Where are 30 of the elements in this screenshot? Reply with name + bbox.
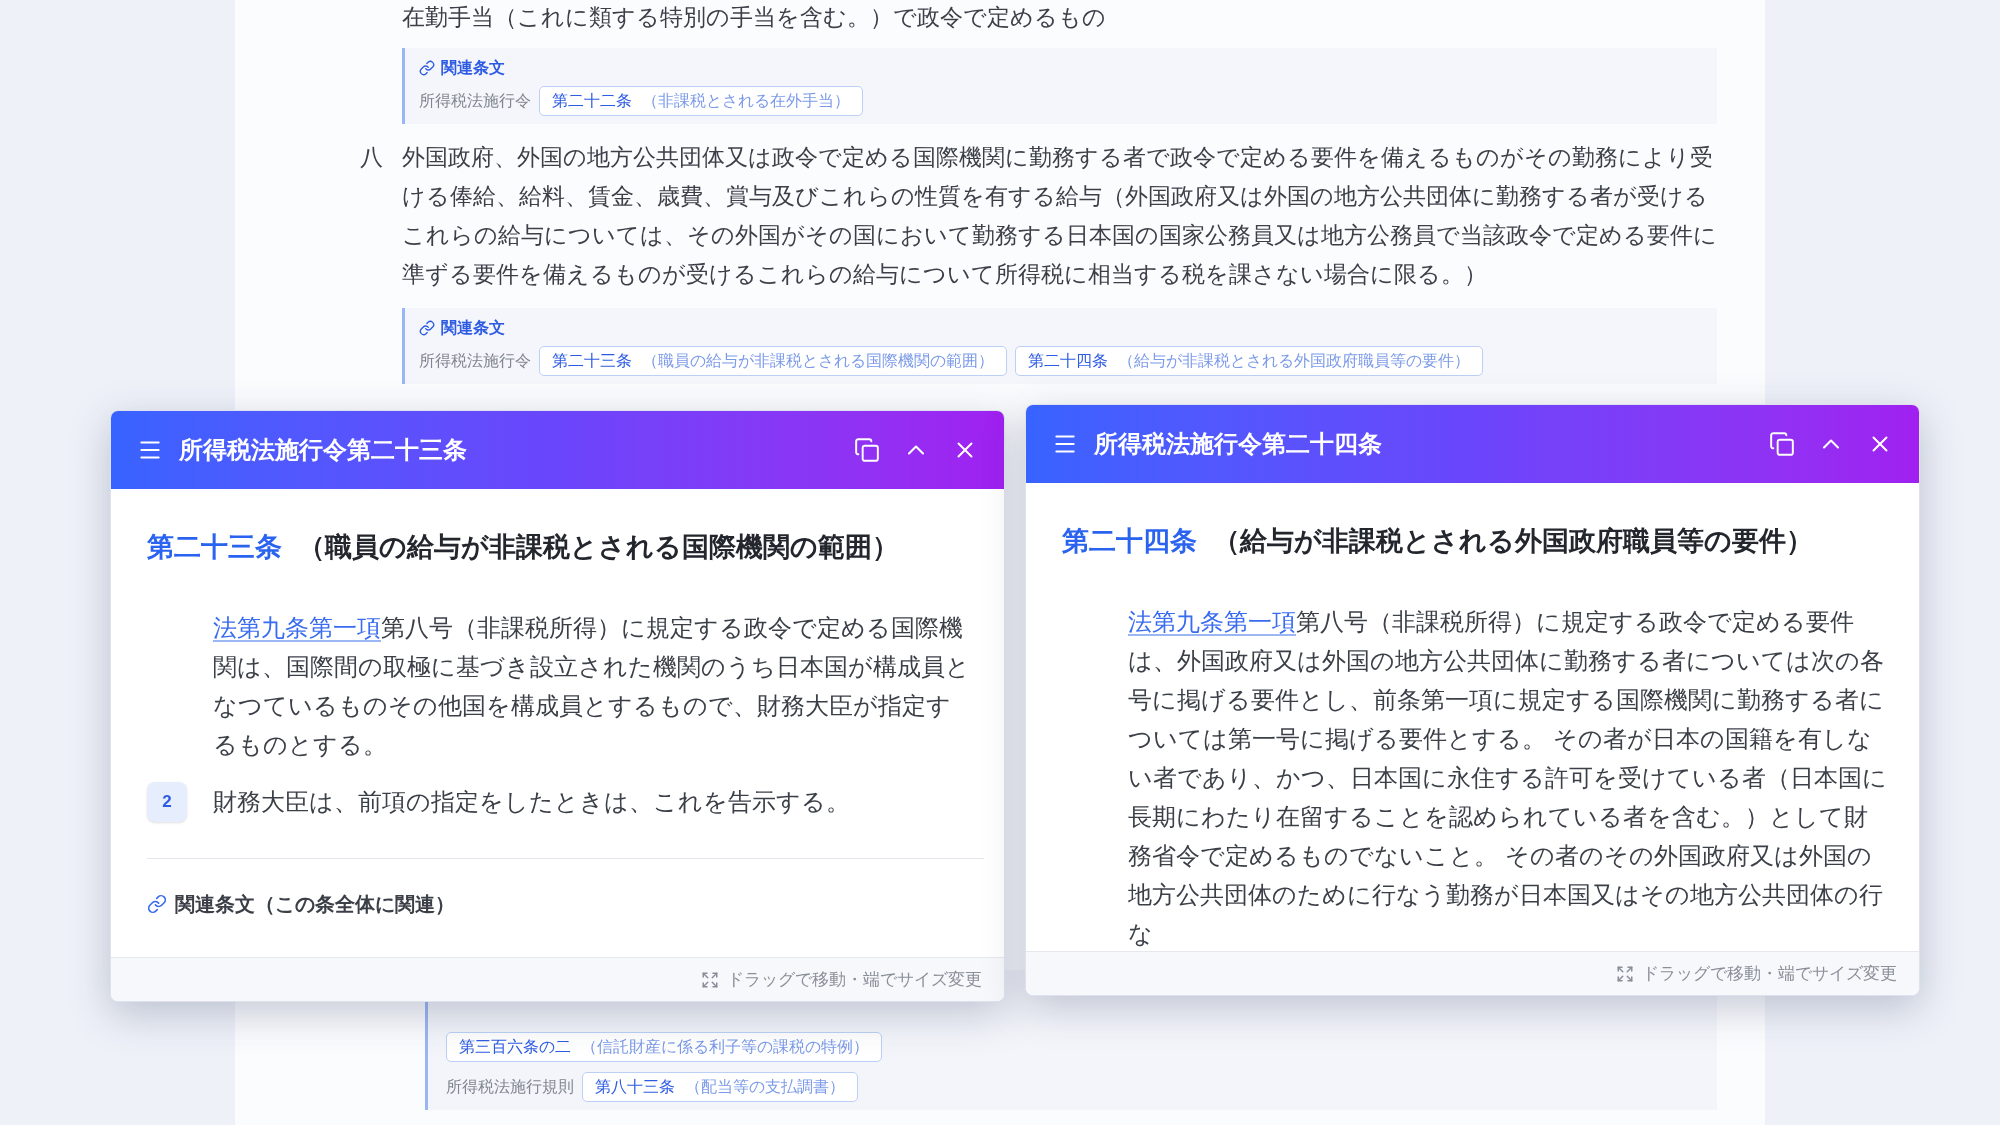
law-name: 所得税法施行規則 xyxy=(446,1077,574,1097)
law-name: 所得税法施行令 xyxy=(419,91,531,111)
article-link-chip[interactable]: 第八十三条 （配当等の支払調書） xyxy=(582,1072,858,1102)
related-heading: 関連条文（この条全体に関連） xyxy=(175,891,455,917)
paragraph-text: 財務大臣は、前項の指定をしたときは、これを告示する。 xyxy=(213,786,851,817)
law-text: 外国政府、外国の地方公共団体又は政令で定める国際機関に勤務する者で政令で定める要件を備えるものがその勤務により受ける俸給、給料、賃金、歳費、賞与及びこれらの性質を有する給与（外国政府又は外国の地方公共団体に勤務する者が受けるこれらの給与については、その外国がその国において勤務する日本国の国家公務員又は地方公務員で当該政令で定める要件に準ずる要件を備えるものが受けるこれらの給与について所得税に相当する税を課さない場合に限る。） xyxy=(402,143,1718,289)
article-link-chip[interactable]: 第二十四条 （給与が非課税とされる外国政府職員等の要件） xyxy=(1015,346,1483,376)
paragraph-text: 法第九条第一項第八号（非課税所得）に規定する政令で定める国際機関は、国際間の取極に基づき設立された機関のうち日本国が構成員となつているものその他国を構成員とするもので、財務大臣が指定するものとする。 xyxy=(213,612,971,760)
article-number: 第二十三条 xyxy=(147,531,282,564)
item-number: 八 xyxy=(360,143,384,172)
law-name: 所得税法施行令 xyxy=(419,351,531,371)
article-link-chip[interactable]: 第二十三条 （職員の給与が非課税とされる国際機関の範囲） xyxy=(539,346,1007,376)
law-reference-link[interactable]: 法第九条第一項 xyxy=(213,613,381,641)
related-heading: 関連条文 xyxy=(441,318,505,338)
article-caption: （給与が非課税とされる外国政府職員等の要件） xyxy=(1213,525,1813,558)
panel-header[interactable]: 所得税法施行令第二十三条 xyxy=(111,411,1004,489)
paragraph-text: 法第九条第一項第八号（非課税所得）に規定する政令で定める要件は、外国政府又は外国の地方公共団体に勤務する者については次の各号に掲げる要件とし、前条第一項に規定する国際機関に勤務する者については第一号に掲げる要件とする。 その者が日本の国籍を有しない者であり、かつ、日本国に永住する許可を受けている者（日本国に長期にわたり在留することを認められている者を含む。）として財務省令で定めるものでないこと。 その者のその外国政府又は外国の地方公共団体のために行なう勤務が日本国又はその地方公共団体の行な xyxy=(1128,606,1888,949)
footer-hint: ドラッグで移動・端でサイズ変更 xyxy=(727,968,982,991)
panel-title: 所得税法施行令第二十三条 xyxy=(179,435,467,465)
article-caption: （職員の給与が非課税とされる国際機関の範囲） xyxy=(298,531,899,564)
panel-header[interactable]: 所得税法施行令第二十四条 xyxy=(1026,405,1919,483)
related-heading: 関連条文 xyxy=(441,58,505,78)
law-text: 在勤手当（これに類する特別の手当を含む。）で政令で定めるもの xyxy=(402,3,1107,32)
article-number: 第二十四条 xyxy=(1062,525,1197,558)
footer-hint: ドラッグで移動・端でサイズ変更 xyxy=(1642,962,1897,985)
article-link-chip[interactable]: 第二十二条 （非課税とされる在外手当） xyxy=(539,86,863,116)
article-link-chip[interactable]: 第三百六条の二 （信託財産に係る利子等の課税の特例） xyxy=(446,1032,882,1062)
law-reference-link[interactable]: 法第九条第一項 xyxy=(1128,607,1296,635)
paragraph-number-badge: 2 xyxy=(147,781,187,822)
panel-title: 所得税法施行令第二十四条 xyxy=(1094,429,1382,459)
